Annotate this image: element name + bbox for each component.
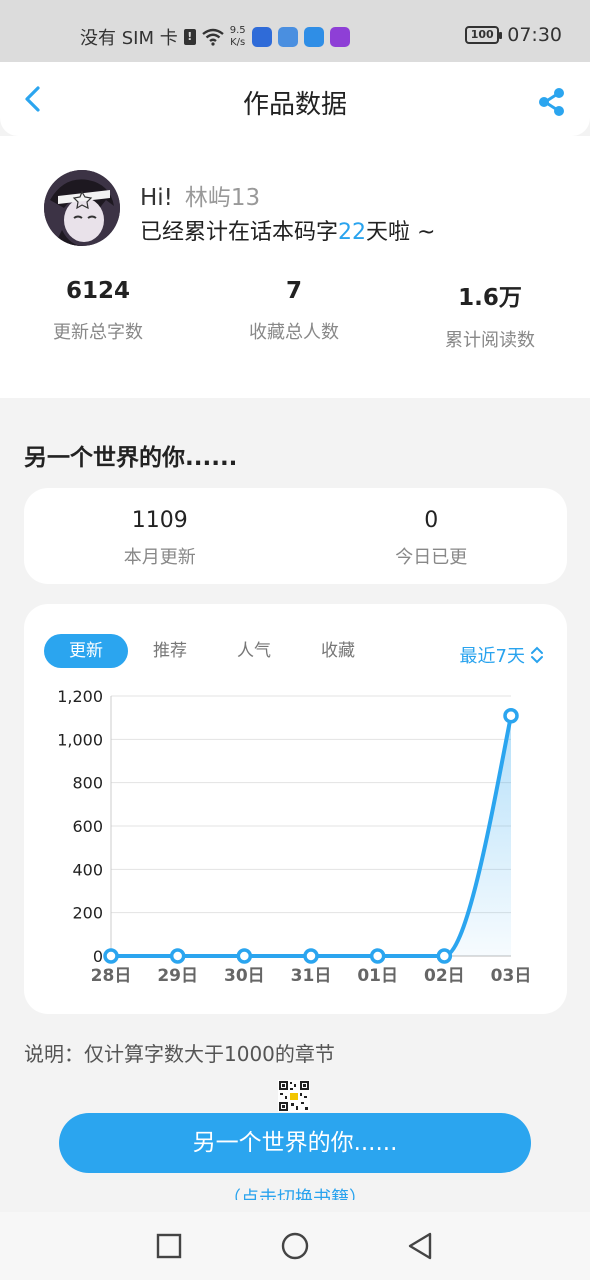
x-tick-label: 31日 xyxy=(291,966,332,986)
status-left: 没有 SIM 卡 ! 9.5 K/s xyxy=(80,24,350,50)
chart-note: 说明：仅计算字数大于1000的章节 xyxy=(24,1042,335,1066)
stat-value: 1.6万 xyxy=(458,285,522,311)
x-tick-label: 02日 xyxy=(424,966,465,986)
y-tick-label: 1,000 xyxy=(57,730,103,749)
top-nav: 作品数据 xyxy=(0,62,590,136)
x-tick-label: 30日 xyxy=(224,966,265,986)
clock: 07:30 xyxy=(507,24,562,46)
stat-label: 收藏总人数 xyxy=(249,322,339,343)
series-line xyxy=(111,715,513,958)
y-tick-label: 600 xyxy=(72,817,103,836)
greeting-hi: Hi! xyxy=(140,185,173,211)
data-point xyxy=(369,948,386,964)
stats-row: 6124 更新总字数 7 收藏总人数 1.6万 累计阅读数 xyxy=(0,278,590,352)
home-circle-icon[interactable] xyxy=(281,1232,309,1260)
lightbulb-app-icon xyxy=(251,27,272,47)
summary-today-updates: 0 今日已更 xyxy=(296,488,568,584)
summary-month-updates: 1109 本月更新 xyxy=(24,488,296,584)
x-tick-label: 01日 xyxy=(357,966,398,986)
updown-chevron-icon xyxy=(531,646,543,664)
stat-total-words: 6124 更新总字数 xyxy=(0,278,196,352)
status-right: 100 07:30 xyxy=(465,24,562,46)
switch-book-button[interactable]: 另一个世界的你...... xyxy=(59,1113,531,1173)
chart-card: 更新 推荐 人气 收藏 最近7天 0 200 400 600 800 1,000 1,200… xyxy=(24,604,567,1014)
back-triangle-icon[interactable] xyxy=(406,1232,434,1260)
stat-total-reads: 1.6万 累计阅读数 xyxy=(392,278,588,352)
series-area xyxy=(111,715,511,956)
days-suffix: 天啦 ~ xyxy=(366,220,436,245)
stat-value: 7 xyxy=(285,278,302,304)
tab-recommend[interactable]: 推荐 xyxy=(128,634,212,668)
stat-total-favorites: 7 收藏总人数 xyxy=(196,278,392,352)
greeting: Hi! 林屿13 xyxy=(140,178,260,212)
data-point xyxy=(236,948,253,964)
y-tick-label: 800 xyxy=(72,774,103,793)
x-tick-label: 28日 xyxy=(91,966,132,986)
avatar-illustration xyxy=(44,170,120,246)
y-tick-label: 200 xyxy=(72,904,103,923)
stat-label: 累计阅读数 xyxy=(445,330,535,351)
share-icon[interactable] xyxy=(536,86,568,118)
chart-tabs: 更新 推荐 人气 收藏 xyxy=(44,634,380,668)
telegram-app-icon xyxy=(277,27,298,47)
data-point xyxy=(169,948,186,964)
sim-alert-icon: ! xyxy=(183,29,196,45)
range-label: 最近7天 xyxy=(459,646,525,667)
cloud-app-icon xyxy=(303,27,324,47)
y-tick-label: 0 xyxy=(93,947,103,966)
summary-label: 本月更新 xyxy=(123,547,196,568)
qr-code-icon xyxy=(278,1080,310,1112)
tab-popularity[interactable]: 人气 xyxy=(212,634,296,668)
username: 林屿13 xyxy=(184,185,261,211)
wifi-icon xyxy=(201,28,224,46)
data-point xyxy=(103,948,119,964)
system-nav-bar xyxy=(0,1212,590,1280)
x-tick-label: 29日 xyxy=(157,966,198,986)
days-count: 22 xyxy=(338,220,367,245)
y-tick-label: 400 xyxy=(72,860,103,879)
summary-label: 今日已更 xyxy=(395,547,468,568)
battery-icon: 100 xyxy=(465,26,503,44)
data-point xyxy=(436,948,453,964)
net-speed: 9.5 K/s xyxy=(230,25,246,49)
switch-book-hint[interactable]: （点击切换书籍） xyxy=(0,1188,590,1200)
data-point xyxy=(303,948,319,964)
music-app-icon xyxy=(329,27,350,47)
net-speed-unit: K/s xyxy=(230,37,246,48)
writing-days-line: 已经累计在话本码字22天啦 ~ xyxy=(140,214,435,246)
update-chart: 0 200 400 600 800 1,000 1,200 28日 29日 30日 31日 01日 02… xyxy=(57,687,532,986)
carrier-text: 没有 SIM 卡 xyxy=(80,28,178,49)
x-tick-label: 03日 xyxy=(491,966,532,986)
summary-value: 0 xyxy=(424,508,439,533)
recents-square-icon[interactable] xyxy=(155,1232,183,1260)
tab-updates[interactable]: 更新 xyxy=(44,634,128,668)
status-bar: 没有 SIM 卡 ! 9.5 K/s 100 07:30 xyxy=(0,0,590,62)
stat-label: 更新总字数 xyxy=(53,322,143,343)
summary-value: 1109 xyxy=(131,508,188,533)
summary-card: 1109 本月更新 0 今日已更 xyxy=(24,488,567,584)
days-prefix: 已经累计在话本码字 xyxy=(140,220,339,245)
stat-value: 6124 xyxy=(65,278,130,304)
y-tick-label: 1,200 xyxy=(57,687,103,706)
book-title: 另一个世界的你...... xyxy=(24,445,238,471)
profile-section: Hi! 林屿13 已经累计在话本码字22天啦 ~ 6124 更新总字数 7 收藏总… xyxy=(0,136,590,398)
data-point xyxy=(503,707,519,724)
range-selector[interactable]: 最近7天 xyxy=(460,642,545,668)
net-speed-value: 9.5 xyxy=(229,25,246,36)
tab-favorites[interactable]: 收藏 xyxy=(296,634,380,668)
avatar[interactable] xyxy=(44,170,120,246)
page-title: 作品数据 xyxy=(242,90,347,120)
